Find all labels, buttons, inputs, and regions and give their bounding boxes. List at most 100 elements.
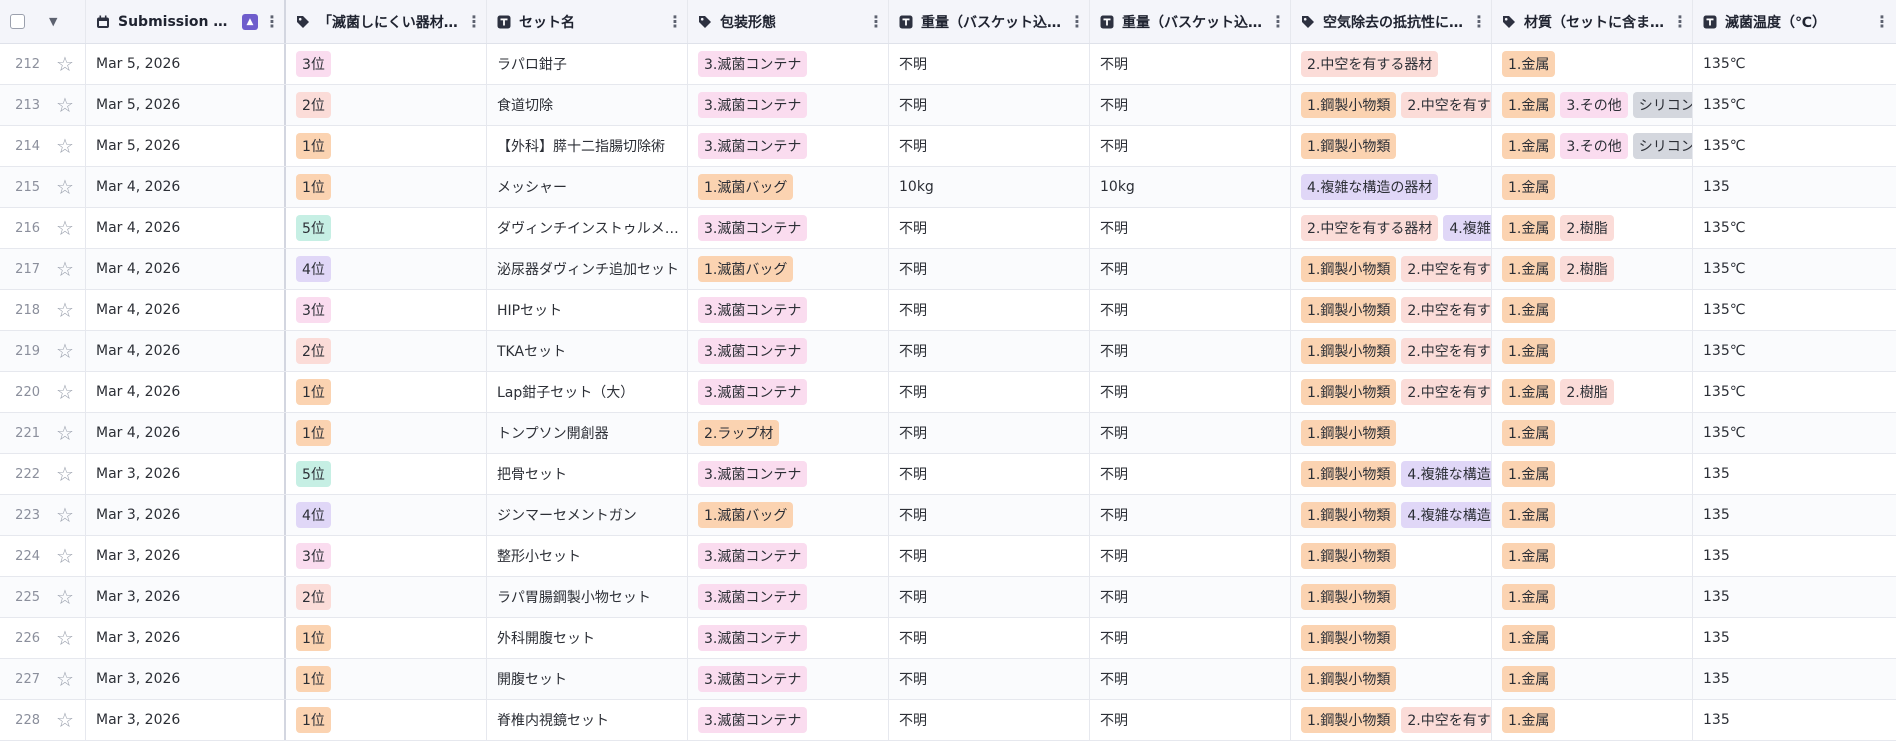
packaging-cell[interactable]: 3.滅菌コンテナ (688, 126, 889, 166)
table-row[interactable]: 215 ☆ Mar 4, 2026 1位 メッシャー 1.滅菌バッグ 10kg 10kg 4.複… (0, 167, 1896, 208)
air-removal-cell[interactable]: 1.鋼製小物類2.中空を有する器材 (1291, 85, 1492, 125)
set-name-cell[interactable]: 【外科】膵十二指腸切除術 (487, 126, 688, 166)
table-row[interactable]: 214 ☆ Mar 5, 2026 1位 【外科】膵十二指腸切除術 3.滅菌コンテナ 不明 不… (0, 126, 1896, 167)
table-row[interactable]: 218 ☆ Mar 4, 2026 3位 HIPセット 3.滅菌コンテナ 不明 不明 1.鋼製小… (0, 290, 1896, 331)
star-icon[interactable]: ☆ (56, 177, 74, 197)
table-row[interactable]: 228 ☆ Mar 3, 2026 1位 脊椎内視鏡セット 3.滅菌コンテナ 不明 不明 1.鋼… (0, 700, 1896, 741)
air-removal-cell[interactable]: 1.鋼製小物類 (1291, 413, 1492, 453)
air-removal-cell[interactable]: 1.鋼製小物類2.中空を有する器材 (1291, 331, 1492, 371)
weight-2-cell[interactable]: 不明 (1090, 208, 1291, 248)
column-menu-icon[interactable]: ⋮ (667, 12, 683, 31)
weight-2-cell[interactable]: 不明 (1090, 495, 1291, 535)
weight-1-cell[interactable]: 不明 (889, 44, 1090, 84)
set-name-cell[interactable]: 泌尿器ダヴィンチ追加セット (487, 249, 688, 289)
weight-1-cell[interactable]: 不明 (889, 372, 1090, 412)
submission-date-cell[interactable]: Mar 4, 2026 (86, 208, 286, 248)
weight-2-cell[interactable]: 不明 (1090, 413, 1291, 453)
packaging-cell[interactable]: 1.滅菌バッグ (688, 249, 889, 289)
material-cell[interactable]: 1.金属 3.その他 シリコン (1492, 85, 1693, 125)
air-removal-cell[interactable]: 1.鋼製小物類2.中空を有する器材 (1291, 249, 1492, 289)
pin-icon[interactable]: ▲ (242, 13, 258, 30)
submission-date-cell[interactable]: Mar 5, 2026 (86, 85, 286, 125)
star-icon[interactable]: ☆ (56, 54, 74, 74)
column-header-8[interactable]: 滅菌温度（℃） ⋮ (1693, 0, 1894, 43)
weight-2-cell[interactable]: 不明 (1090, 536, 1291, 576)
rank-cell[interactable]: 3位 (286, 536, 487, 576)
table-row[interactable]: 217 ☆ Mar 4, 2026 4位 泌尿器ダヴィンチ追加セット 1.滅菌バッグ 不明 不… (0, 249, 1896, 290)
column-header-1[interactable]: 「滅菌しにくい器材」順位 ⋮ (286, 0, 487, 43)
weight-1-cell[interactable]: 不明 (889, 618, 1090, 658)
material-cell[interactable]: 1.金属 (1492, 618, 1693, 658)
sterilization-temp-cell[interactable]: 135℃ (1693, 126, 1894, 166)
star-icon[interactable]: ☆ (56, 669, 74, 689)
star-icon[interactable]: ☆ (56, 628, 74, 648)
sterilization-temp-cell[interactable]: 135℃ (1693, 372, 1894, 412)
star-icon[interactable]: ☆ (56, 95, 74, 115)
table-row[interactable]: 220 ☆ Mar 4, 2026 1位 Lap鉗子セット（大） 3.滅菌コンテナ 不明 不明… (0, 372, 1896, 413)
weight-2-cell[interactable]: 不明 (1090, 290, 1291, 330)
submission-date-cell[interactable]: Mar 4, 2026 (86, 249, 286, 289)
weight-2-cell[interactable]: 不明 (1090, 44, 1291, 84)
set-name-cell[interactable]: HIPセット (487, 290, 688, 330)
sterilization-temp-cell[interactable]: 135 (1693, 700, 1894, 740)
set-name-cell[interactable]: 脊椎内視鏡セット (487, 700, 688, 740)
weight-1-cell[interactable]: 不明 (889, 290, 1090, 330)
packaging-cell[interactable]: 3.滅菌コンテナ (688, 290, 889, 330)
submission-date-cell[interactable]: Mar 3, 2026 (86, 618, 286, 658)
sterilization-temp-cell[interactable]: 135 (1693, 618, 1894, 658)
set-name-cell[interactable]: ダヴィンチインストゥルメント (487, 208, 688, 248)
packaging-cell[interactable]: 3.滅菌コンテナ (688, 618, 889, 658)
air-removal-cell[interactable]: 1.鋼製小物類4.複雑な構造の器材 (1291, 495, 1492, 535)
submission-date-cell[interactable]: Mar 3, 2026 (86, 659, 286, 699)
packaging-cell[interactable]: 3.滅菌コンテナ (688, 454, 889, 494)
submission-date-cell[interactable]: Mar 4, 2026 (86, 331, 286, 371)
column-header-submission-date[interactable]: Submission Date ▲ ⋮ (86, 0, 286, 43)
weight-1-cell[interactable]: 不明 (889, 331, 1090, 371)
packaging-cell[interactable]: 3.滅菌コンテナ (688, 659, 889, 699)
set-name-cell[interactable]: 開腹セット (487, 659, 688, 699)
weight-2-cell[interactable]: 不明 (1090, 700, 1291, 740)
column-header-4[interactable]: 重量（バスケット込み） ⋮ (889, 0, 1090, 43)
table-row[interactable]: 213 ☆ Mar 5, 2026 2位 食道切除 3.滅菌コンテナ 不明 不明 1.鋼製小物類… (0, 85, 1896, 126)
weight-2-cell[interactable]: 不明 (1090, 249, 1291, 289)
weight-2-cell[interactable]: 10kg (1090, 167, 1291, 207)
set-name-cell[interactable]: 外科開腹セット (487, 618, 688, 658)
rank-cell[interactable]: 4位 (286, 495, 487, 535)
rank-cell[interactable]: 2位 (286, 331, 487, 371)
sterilization-temp-cell[interactable]: 135 (1693, 536, 1894, 576)
weight-2-cell[interactable]: 不明 (1090, 577, 1291, 617)
submission-date-cell[interactable]: Mar 3, 2026 (86, 700, 286, 740)
sterilization-temp-cell[interactable]: 135℃ (1693, 413, 1894, 453)
weight-1-cell[interactable]: 不明 (889, 454, 1090, 494)
material-cell[interactable]: 1.金属 (1492, 700, 1693, 740)
material-cell[interactable]: 1.金属 (1492, 454, 1693, 494)
column-header-6[interactable]: 空気除去の抵抗性による分類 ⋮ (1291, 0, 1492, 43)
material-cell[interactable]: 1.金属 (1492, 536, 1693, 576)
material-cell[interactable]: 1.金属 2.樹脂 (1492, 249, 1693, 289)
material-cell[interactable]: 1.金属 2.樹脂 (1492, 208, 1693, 248)
table-row[interactable]: 225 ☆ Mar 3, 2026 2位 ラパ胃腸鋼製小物セット 3.滅菌コンテナ 不明 不明… (0, 577, 1896, 618)
air-removal-cell[interactable]: 1.鋼製小物類4.複雑な構造の器材 (1291, 454, 1492, 494)
rank-cell[interactable]: 3位 (286, 290, 487, 330)
weight-2-cell[interactable]: 不明 (1090, 618, 1291, 658)
air-removal-cell[interactable]: 1.鋼製小物類 (1291, 577, 1492, 617)
weight-1-cell[interactable]: 不明 (889, 700, 1090, 740)
air-removal-cell[interactable]: 2.中空を有する器材4.複雑な構造の器材 (1291, 208, 1492, 248)
air-removal-cell[interactable]: 1.鋼製小物類2.中空を有する器材 (1291, 372, 1492, 412)
sterilization-temp-cell[interactable]: 135℃ (1693, 290, 1894, 330)
submission-date-cell[interactable]: Mar 4, 2026 (86, 290, 286, 330)
chevron-down-icon[interactable]: ▼ (49, 15, 57, 28)
set-name-cell[interactable]: TKAセット (487, 331, 688, 371)
column-header-3[interactable]: 包装形態 ⋮ (688, 0, 889, 43)
packaging-cell[interactable]: 1.滅菌バッグ (688, 167, 889, 207)
column-menu-icon[interactable]: ⋮ (1069, 12, 1085, 31)
air-removal-cell[interactable]: 1.鋼製小物類 (1291, 536, 1492, 576)
column-menu-icon[interactable]: ⋮ (1270, 12, 1286, 31)
weight-1-cell[interactable]: 不明 (889, 208, 1090, 248)
set-name-cell[interactable]: ジンマーセメントガン (487, 495, 688, 535)
table-row[interactable]: 226 ☆ Mar 3, 2026 1位 外科開腹セット 3.滅菌コンテナ 不明 不明 1.鋼製… (0, 618, 1896, 659)
air-removal-cell[interactable]: 4.複雑な構造の器材 (1291, 167, 1492, 207)
star-icon[interactable]: ☆ (56, 300, 74, 320)
submission-date-cell[interactable]: Mar 4, 2026 (86, 413, 286, 453)
set-name-cell[interactable]: 整形小セット (487, 536, 688, 576)
